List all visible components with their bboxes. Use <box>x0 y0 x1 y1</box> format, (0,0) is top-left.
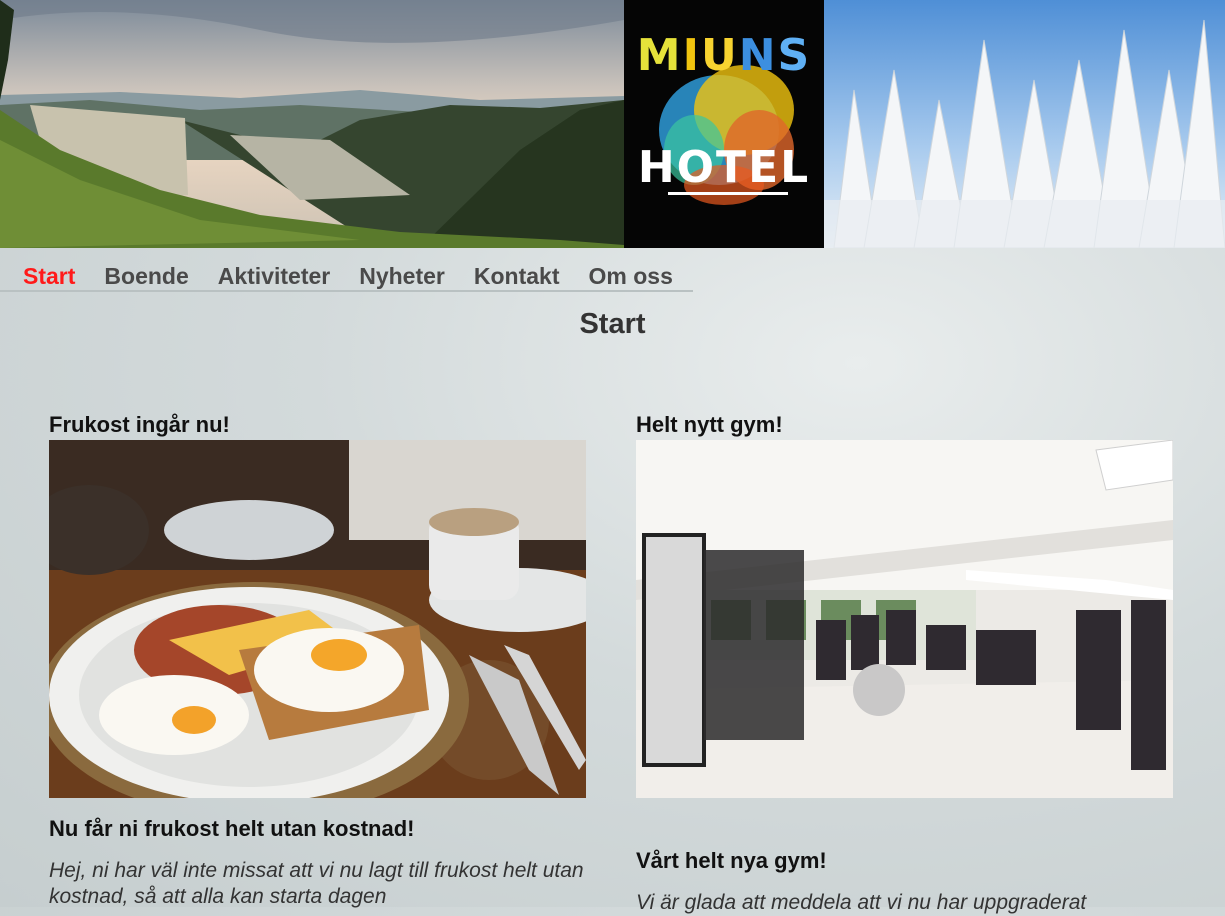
card-subheading: Vårt helt nya gym! <box>636 848 827 873</box>
hotel-logo[interactable]: MIUNS HOTEL <box>624 0 824 248</box>
card-text: Vi är glada att meddela att vi nu har up… <box>636 891 1087 914</box>
page-title: Start <box>579 308 646 340</box>
nav-item-boende[interactable]: Boende <box>104 252 188 300</box>
gym-photo <box>636 440 1173 798</box>
breakfast-photo <box>49 440 586 798</box>
snow-forest-photo <box>824 0 1225 248</box>
nav-item-start[interactable]: Start <box>23 252 75 300</box>
logo-text-top: MIUNS <box>636 30 812 81</box>
card-subheading: Nu får ni frukost helt utan kostnad! <box>49 816 415 841</box>
main-nav: Start Boende Aktiviteter Nyheter Kontakt… <box>0 252 693 292</box>
logo-text-bottom: HOTEL <box>637 142 811 193</box>
gym-card: Helt nytt gym! Vårt helt nya gym! Vi är … <box>636 410 1173 916</box>
card-heading: Helt nytt gym! <box>636 412 783 437</box>
header-banner: MIUNS HOTEL <box>0 0 1225 248</box>
nav-item-aktiviteter[interactable]: Aktiviteter <box>218 252 330 300</box>
mountain-photo <box>0 0 624 248</box>
nav-item-nyheter[interactable]: Nyheter <box>359 252 445 300</box>
nav-item-kontakt[interactable]: Kontakt <box>474 252 560 300</box>
card-text: Hej, ni har väl inte missat att vi nu la… <box>49 859 584 908</box>
card-heading: Frukost ingår nu! <box>49 412 230 437</box>
nav-item-om-oss[interactable]: Om oss <box>589 252 673 300</box>
logo-underline <box>668 192 788 195</box>
breakfast-card: Frukost ingår nu! Nu får ni frukost helt… <box>49 410 586 910</box>
